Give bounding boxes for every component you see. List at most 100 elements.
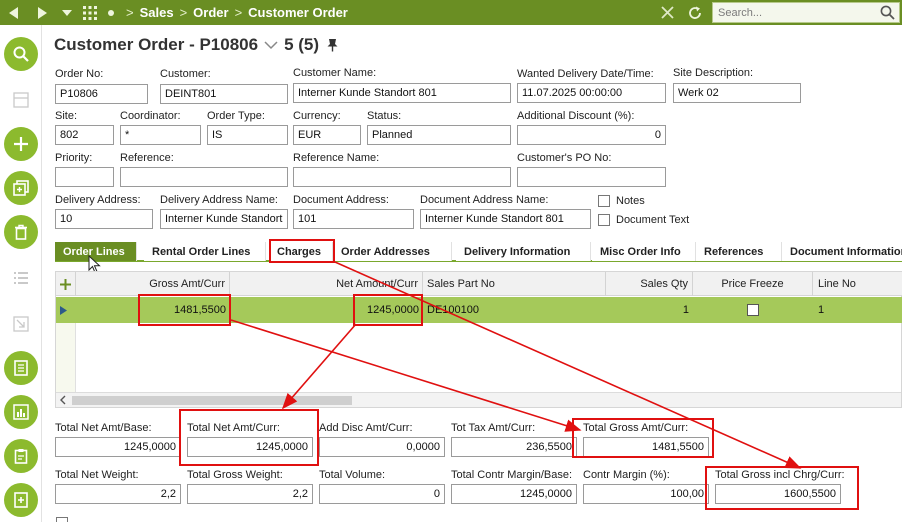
search-input[interactable] [713,3,873,22]
tab-delivery-information[interactable]: Delivery Information [456,242,591,261]
pin-icon[interactable] [327,38,338,52]
add-disc-amt-curr-field[interactable] [319,437,445,457]
reference-field[interactable] [120,167,288,187]
page-title-text: Customer Order - P10806 [54,35,259,54]
document-address-name-label: Document Address Name: [420,194,549,206]
column-sales-part-no[interactable]: Sales Part No [423,272,606,296]
column-price-freeze[interactable]: Price Freeze [693,272,813,296]
additional-discount-field[interactable] [517,125,666,145]
tot-tax-amt-curr-field[interactable] [451,437,577,457]
delivery-address-label: Delivery Address: [55,194,141,206]
back-icon[interactable] [0,0,28,25]
delete-button[interactable] [4,215,38,249]
scrollbar-thumb[interactable] [72,396,352,405]
breadcrumb-separator: > [126,5,134,20]
wanted-delivery-field[interactable] [517,83,666,103]
cell-sales-part-no[interactable]: DE100100 [423,297,606,323]
total-volume-field[interactable] [319,484,445,504]
tab-rental-order-lines[interactable]: Rental Order Lines [144,242,266,261]
search-icon[interactable] [880,5,895,23]
add-row-button[interactable] [56,272,76,296]
search-button[interactable] [4,37,38,71]
order-no-field[interactable] [55,84,148,104]
app-grid-icon[interactable] [78,0,102,25]
column-gross-amt-curr[interactable]: Gross Amt/Curr [76,272,230,296]
total-volume-label: Total Volume: [319,469,386,481]
bar-chart-icon [13,404,29,420]
search-box [712,2,900,23]
status-field[interactable] [367,125,511,145]
site-field[interactable] [55,125,114,145]
details-button[interactable] [4,351,38,385]
tab-document-information[interactable]: Document Information [782,242,902,261]
navigate-button[interactable] [10,313,32,335]
column-line-no[interactable]: Line No [813,272,902,296]
new-button[interactable] [4,127,38,161]
attach-button[interactable] [4,483,38,517]
document-list-icon [14,360,28,376]
total-contr-margin-base-field[interactable] [451,484,577,504]
coordinator-field[interactable] [120,125,201,145]
tab-references[interactable]: References [696,242,782,261]
document-address-field[interactable] [293,209,414,229]
tab-misc-order-info[interactable]: Misc Order Info [592,242,696,261]
total-net-amt-base-field[interactable] [55,437,181,457]
breadcrumb-order[interactable]: Order [193,5,228,20]
site-description-field[interactable] [673,83,801,103]
chevron-down-icon[interactable] [264,40,278,50]
chevron-down-icon[interactable] [56,0,78,25]
additional-discount-label: Additional Discount (%): [517,110,635,122]
total-gross-incl-chrg-field[interactable] [715,484,841,504]
plus-icon [60,278,71,290]
price-freeze-checkbox[interactable] [747,304,759,316]
total-gross-amt-curr-label: Total Gross Amt/Curr: [583,422,689,434]
page-title: Customer Order - P10806 5 (5) [54,35,338,55]
document-address-name-field[interactable] [420,209,591,229]
total-net-weight-field[interactable] [55,484,181,504]
clipboard-icon [14,449,28,464]
forward-icon[interactable] [28,0,56,25]
total-net-amt-curr-label: Total Net Amt/Curr: [187,422,280,434]
contr-margin-pct-field[interactable] [583,484,709,504]
document-text-checkbox[interactable] [598,214,610,226]
cell-sales-qty[interactable]: 1 [606,297,693,323]
order-type-label: Order Type: [207,110,265,122]
delivery-address-name-field[interactable] [160,209,288,229]
horizontal-scrollbar[interactable] [56,392,901,407]
breadcrumb-sales[interactable]: Sales [140,5,174,20]
close-icon[interactable] [656,0,678,25]
tot-tax-amt-curr-label: Tot Tax Amt/Curr: [451,422,536,434]
scroll-left-icon[interactable] [60,395,66,408]
row-selector-icon[interactable] [56,297,76,323]
total-net-amt-curr-field[interactable] [187,437,313,457]
list-view-button[interactable] [10,267,32,289]
report-button[interactable] [4,439,38,473]
delivery-address-field[interactable] [55,209,153,229]
tab-order-addresses[interactable]: Order Addresses [333,242,452,261]
cell-gross-amt-curr[interactable]: 1481,5500 [76,297,230,323]
cell-net-amount-curr[interactable]: 1245,0000 [230,297,423,323]
duplicate-button[interactable] [4,171,38,205]
customer-po-field[interactable] [517,167,666,187]
document-address-label: Document Address: [293,194,389,206]
customer-name-field[interactable] [293,83,511,103]
tab-charges[interactable]: Charges [269,242,333,261]
priority-field[interactable] [55,167,114,187]
layout-button[interactable] [10,89,32,111]
notes-checkbox[interactable] [598,195,610,207]
column-net-amount-curr[interactable]: Net Amount/Curr [230,272,423,296]
analytics-button[interactable] [4,395,38,429]
cell-line-no[interactable]: 1 [813,297,902,323]
table-header: Gross Amt/Curr Net Amount/Curr Sales Par… [56,272,902,296]
customer-field[interactable] [160,84,288,104]
order-type-field[interactable] [207,125,288,145]
total-gross-amt-curr-field[interactable] [583,437,709,457]
total-gross-weight-field[interactable] [187,484,313,504]
column-sales-qty[interactable]: Sales Qty [606,272,693,296]
reference-name-field[interactable] [293,167,511,187]
footer-checkbox[interactable] [56,517,68,522]
table-row[interactable]: 1481,5500 1245,0000 DE100100 1 1 [56,297,902,323]
plus-icon [14,137,28,151]
currency-field[interactable] [293,125,361,145]
refresh-icon[interactable] [684,0,706,25]
